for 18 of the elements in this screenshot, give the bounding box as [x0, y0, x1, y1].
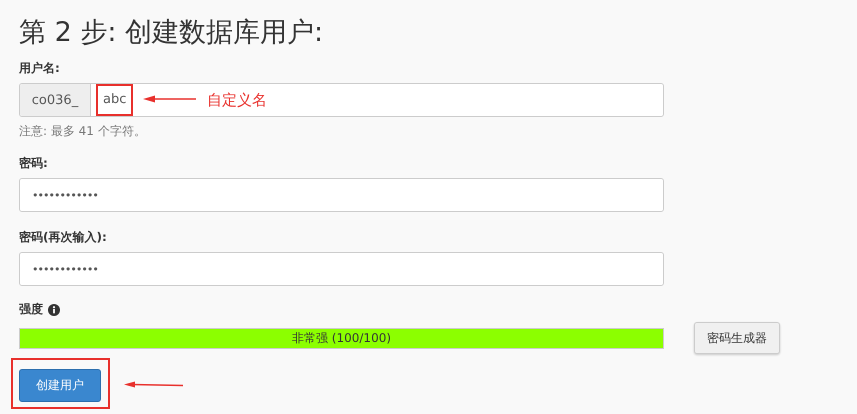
annotation-arrow [124, 381, 184, 389]
highlight-box [96, 84, 133, 116]
password-generator-button[interactable]: 密码生成器 [694, 322, 780, 354]
annotation-text: 自定义名 [207, 91, 267, 110]
info-icon[interactable] [48, 304, 60, 316]
create-user-button[interactable]: 创建用户 [19, 368, 101, 402]
field-label: 密码: [19, 155, 49, 172]
help-note: 注意: 最多 41 个字符。 [19, 123, 147, 140]
prefix-addon: co036_ [20, 84, 91, 116]
password-field[interactable]: •••••••••••• [19, 178, 664, 212]
annotation-arrow [143, 95, 197, 103]
field-value: abc [103, 92, 126, 108]
strength-reading: 非常强 (100/100) [292, 330, 392, 346]
field-label: 用户名: [19, 60, 61, 77]
field-label: 密码(再次输入): [19, 229, 108, 246]
field-label: 强度 [19, 301, 43, 318]
step-heading: 第 2 步: 创建数据库用户: [19, 16, 324, 50]
password-field[interactable]: •••••••••••• [19, 252, 664, 286]
